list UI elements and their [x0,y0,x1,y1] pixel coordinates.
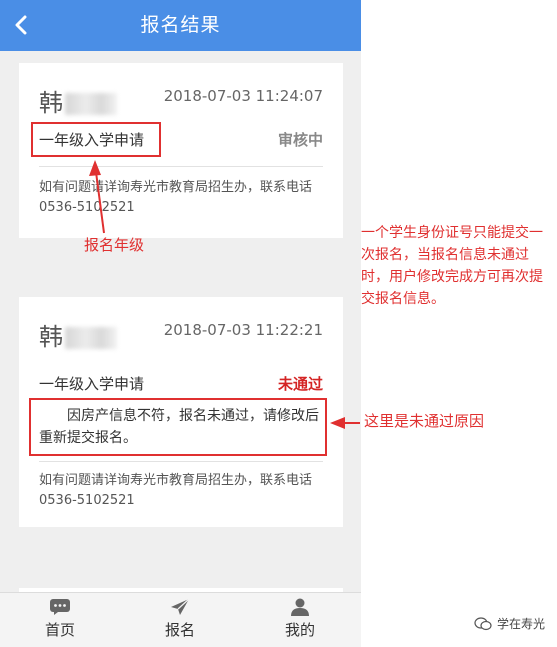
annotation-grade: 报名年级 [84,236,145,254]
annotation-arrows [89,160,360,429]
wechat-icon [474,616,492,630]
annotation-reason: 这里是未通过原因 [364,412,485,430]
watermark-text: 学在寿光 [496,617,545,631]
watermark: 学在寿光 [474,615,545,632]
annotation-side-note: 一个学生身份证号只能提交一次报名，当报名信息未通过时，用户修改完成方可再次提交报… [361,225,543,307]
